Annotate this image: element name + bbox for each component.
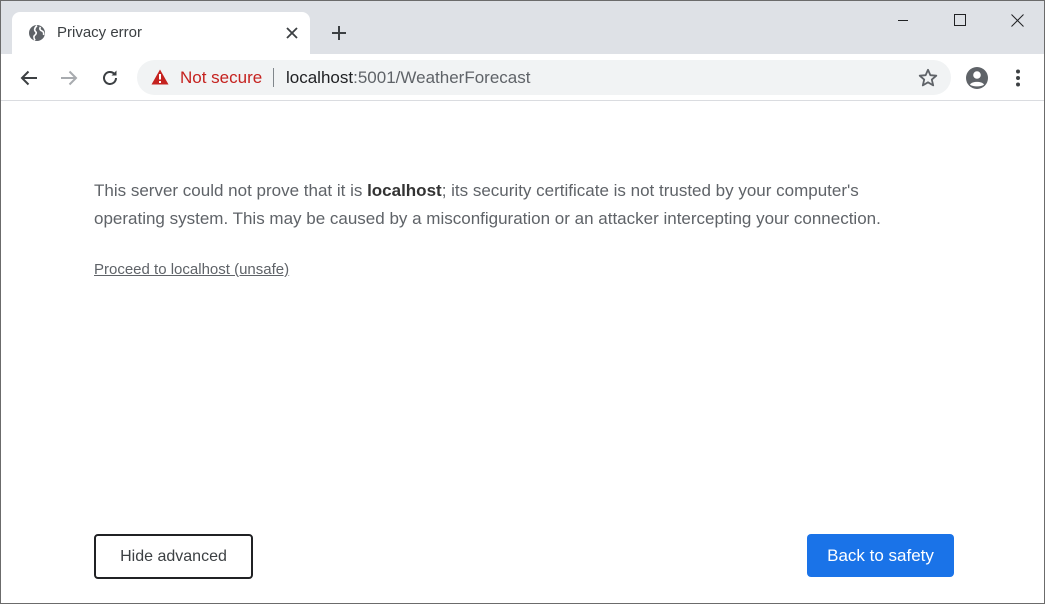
- warning-triangle-icon[interactable]: [151, 69, 169, 85]
- security-status-label[interactable]: Not secure: [180, 68, 262, 88]
- interstitial-page: This server could not prove that it is l…: [1, 102, 1044, 603]
- tab-title: Privacy error: [57, 24, 143, 41]
- tab-privacy-error[interactable]: Privacy error: [12, 12, 310, 54]
- more-vert-icon[interactable]: [1004, 64, 1032, 92]
- browser-window: Privacy error Not secure localhost:5001/…: [0, 0, 1045, 604]
- omnibox-divider: [273, 68, 274, 87]
- maximize-icon[interactable]: [931, 1, 989, 39]
- url-path: :5001/WeatherForecast: [353, 68, 531, 87]
- message-host: localhost: [367, 181, 442, 200]
- arrow-right-icon[interactable]: [55, 64, 83, 92]
- advanced-explanation: This server could not prove that it is l…: [94, 177, 934, 233]
- proceed-unsafe-link[interactable]: Proceed to localhost (unsafe): [94, 261, 289, 278]
- account-circle-icon[interactable]: [963, 64, 991, 92]
- reload-icon[interactable]: [96, 64, 124, 92]
- url-host: localhost: [286, 68, 354, 87]
- plus-icon[interactable]: [327, 21, 351, 45]
- tab-strip: Privacy error: [1, 1, 1044, 54]
- hide-advanced-button[interactable]: Hide advanced: [94, 534, 253, 579]
- star-icon[interactable]: [917, 67, 939, 89]
- browser-toolbar: Not secure localhost:5001/WeatherForecas…: [1, 54, 1044, 101]
- address-bar[interactable]: Not secure localhost:5001/WeatherForecas…: [137, 60, 951, 95]
- back-to-safety-button[interactable]: Back to safety: [807, 534, 954, 577]
- window-close-icon[interactable]: [988, 1, 1044, 39]
- message-before: This server could not prove that it is: [94, 181, 368, 200]
- globe-icon: [28, 24, 46, 42]
- close-icon[interactable]: [282, 23, 302, 43]
- minimize-icon[interactable]: [874, 1, 932, 39]
- url-text[interactable]: localhost:5001/WeatherForecast: [286, 68, 530, 88]
- arrow-left-icon[interactable]: [15, 64, 43, 92]
